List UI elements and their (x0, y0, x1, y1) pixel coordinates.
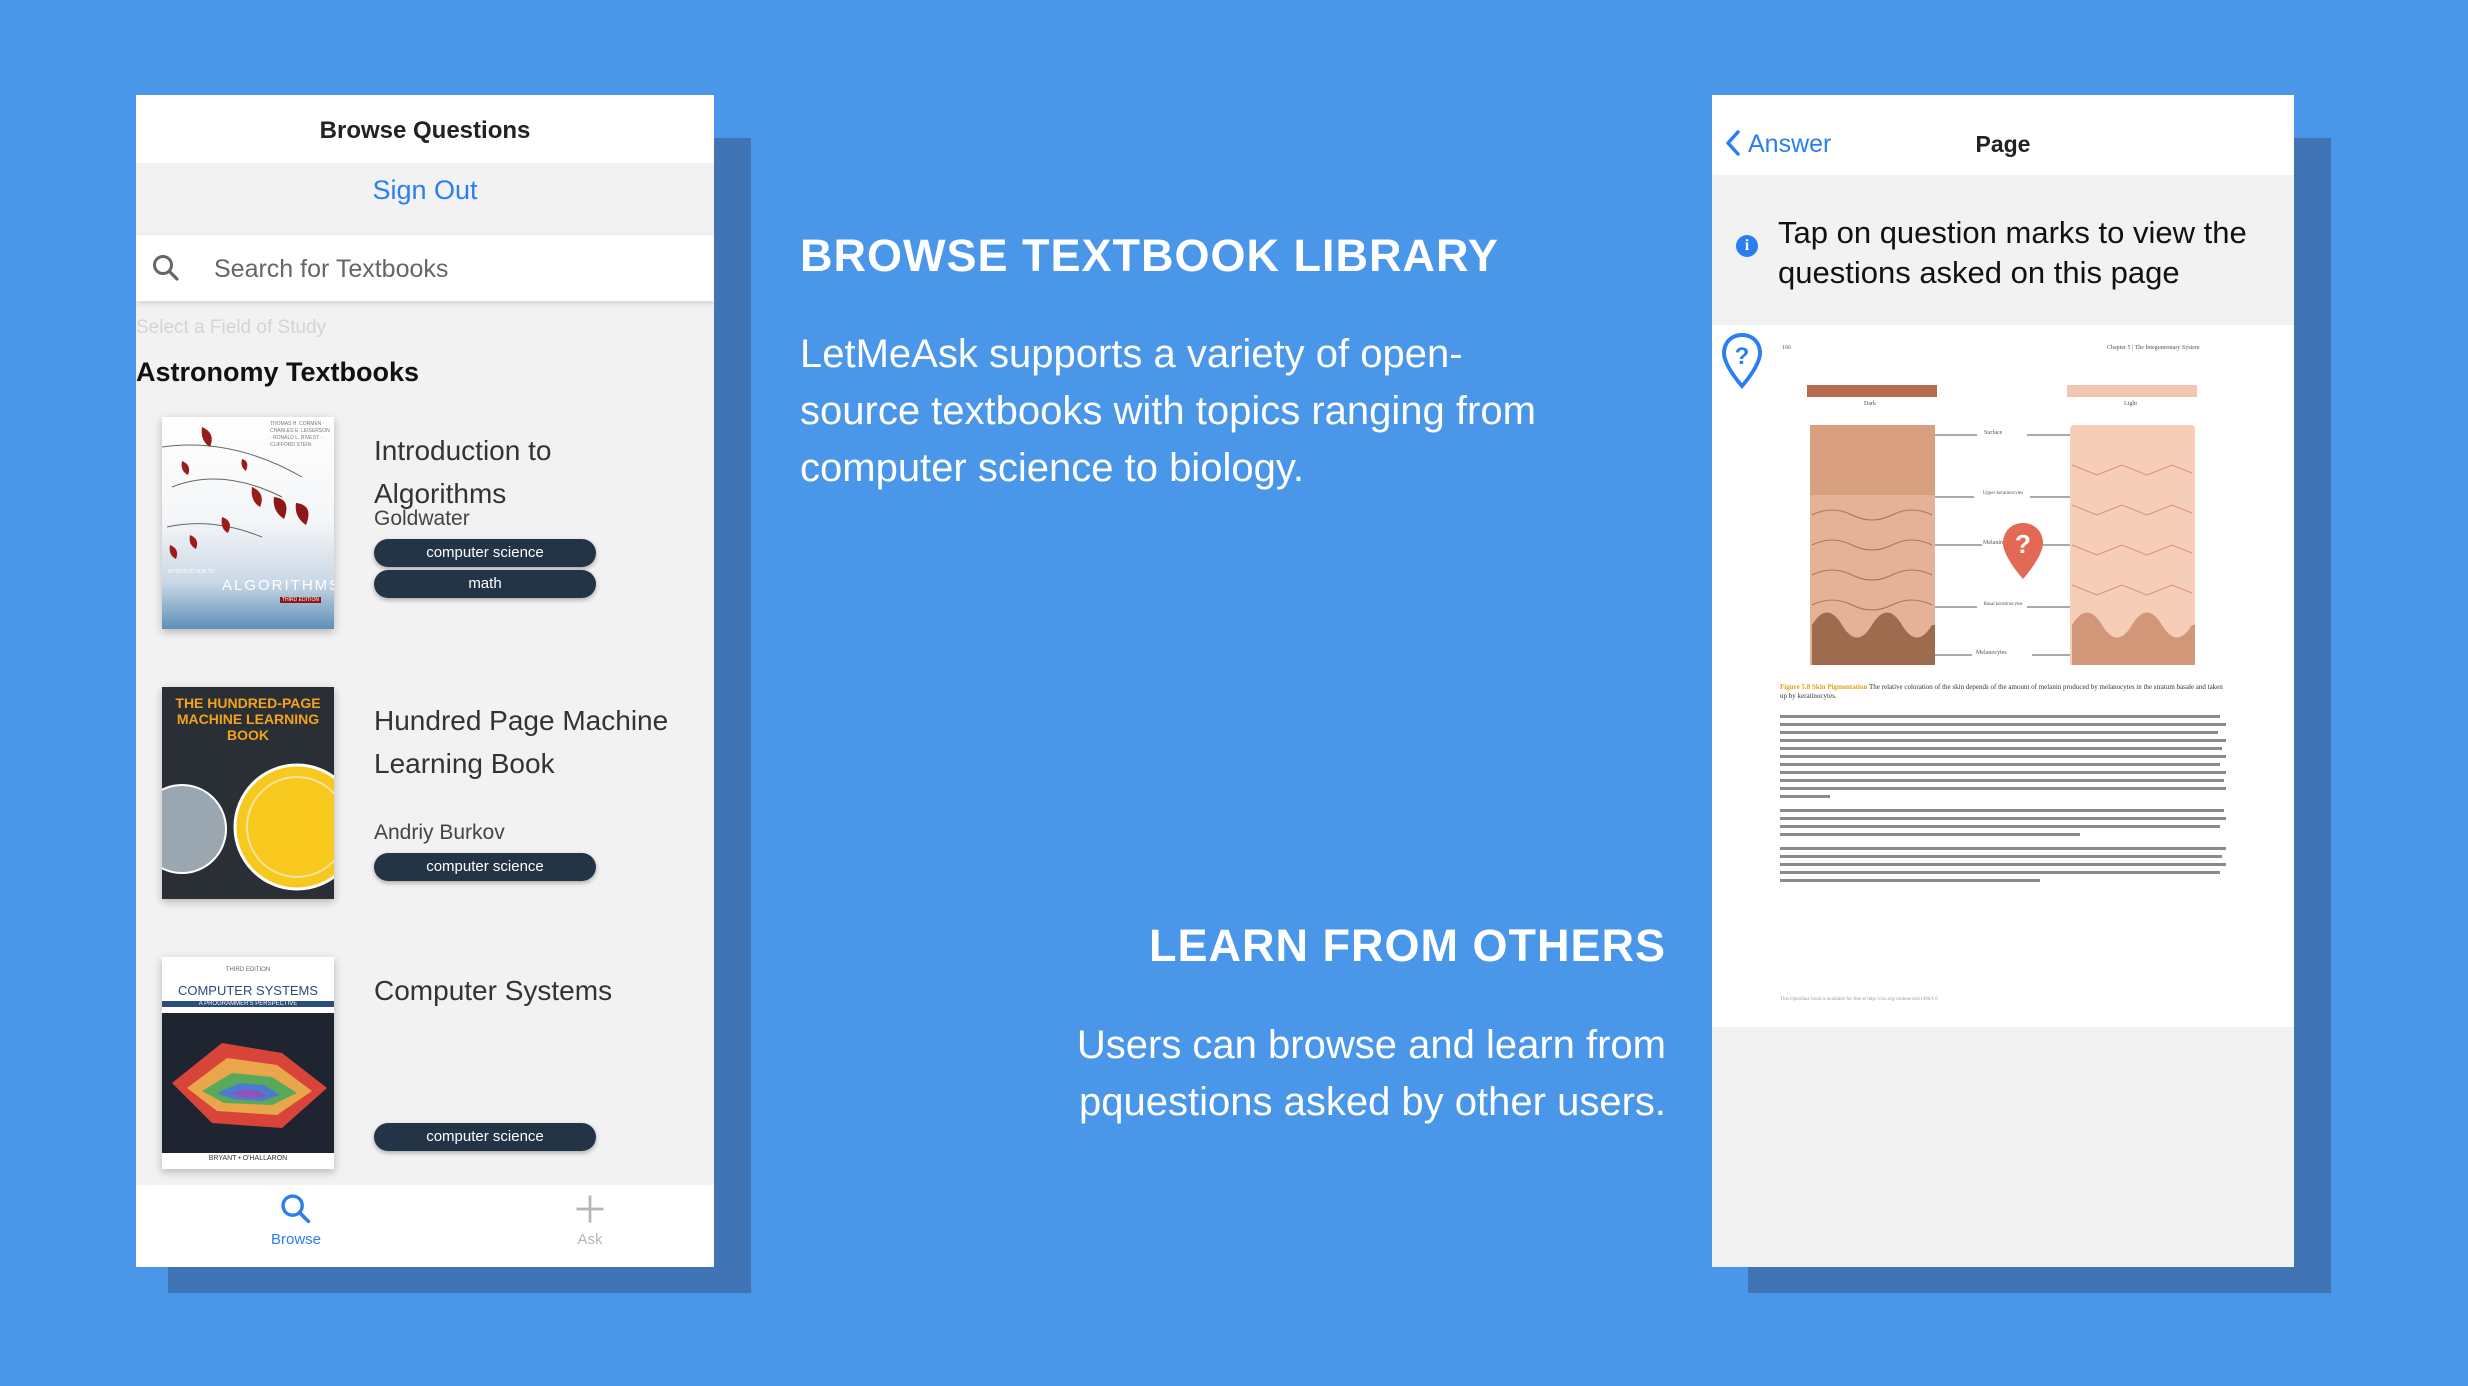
label-surface: Surface (1984, 430, 2003, 436)
caption-title: Figure 5.8 Skin Pigmentation (1780, 683, 1868, 691)
search-bar[interactable] (136, 235, 714, 301)
tag-badge[interactable]: computer science (374, 539, 596, 567)
tag-badge[interactable]: computer science (374, 853, 596, 881)
tag-badge[interactable]: math (374, 570, 596, 598)
label-dark: Dark (1864, 401, 1876, 407)
label-light: Light (2124, 401, 2137, 407)
plus-icon (576, 1195, 604, 1223)
book-title: Introduction to Algorithms (374, 435, 552, 509)
field-of-study-picker[interactable]: Select a Field of Study (136, 317, 326, 339)
circles-art (162, 763, 334, 891)
book-cover: THOMAS H. CORMEN · CHARLES E. LEISERSON … (162, 417, 334, 629)
tab-ask[interactable]: Ask (530, 1191, 650, 1248)
book-cover: THE HUNDRED-PAGE MACHINE LEARNING BOOK (162, 687, 334, 899)
sign-out-button[interactable]: Sign Out (136, 175, 714, 206)
cover-edition: THIRD EDITION (280, 597, 321, 603)
nav-bar: Answer Page (1712, 95, 2294, 175)
label-melanocytes: Melanocytes (1976, 650, 2007, 656)
screen-title: Page (1975, 131, 2031, 157)
label-melanin: Melanin (1983, 540, 2003, 546)
browse-heading: BROWSE TEXTBOOK LIBRARY (800, 230, 1499, 281)
cover-subtitle: A PROGRAMMER'S PERSPECTIVE (162, 1001, 334, 1007)
book-author: Andriy Burkov (374, 821, 505, 844)
tab-label: Ask (577, 1231, 603, 1248)
learn-description: Users can browse and learn from pquestio… (1076, 1023, 1666, 1124)
textbook-page: ? 166 Chapter 5 | The Integumentary Syst… (1712, 325, 2294, 1027)
cover-series: INTRODUCTION TO (168, 569, 215, 575)
tab-label: Browse (270, 1231, 322, 1248)
label-basal-keratinocytes: Basal keratinocytes (1983, 602, 2023, 607)
cover-authors: BRYANT • O'HALLARON (208, 1155, 288, 1162)
search-input[interactable] (212, 247, 696, 291)
nav-bar: Browse Questions (136, 95, 714, 163)
surface-art (162, 1013, 334, 1153)
screen-title: Browse Questions (319, 117, 531, 144)
info-text: Tap on question marks to view the questi… (1778, 215, 2247, 290)
body-text (1780, 715, 2230, 935)
info-banner: i Tap on question marks to view the ques… (1712, 175, 2294, 315)
tab-bar: Browse Ask (136, 1185, 714, 1267)
question-marker-icon[interactable]: ? (2001, 521, 2045, 581)
book-title: Hundred Page Machine Learning Book (374, 705, 669, 779)
search-icon (281, 1194, 311, 1224)
label-upper-keratinocytes: Upper keratinocytes (1982, 491, 2024, 496)
book-cover: THIRD EDITION COMPUTER SYSTEMS A PROGRAM… (162, 957, 334, 1169)
tab-browse[interactable]: Browse (236, 1191, 356, 1248)
search-icon (153, 255, 179, 281)
cover-title: COMPUTER SYSTEMS (177, 983, 319, 998)
cover-edition: THIRD EDITION (225, 967, 271, 973)
tag-badge[interactable]: computer science (374, 1123, 596, 1151)
svg-text:?: ? (2015, 529, 2031, 559)
figure-caption: Figure 5.8 Skin Pigmentation The relativ… (1780, 683, 2230, 701)
page-screen: Answer Page i Tap on question marks to v… (1712, 95, 2294, 1267)
book-item[interactable]: THIRD EDITION COMPUTER SYSTEMS A PROGRAM… (162, 957, 692, 1187)
section-title: Astronomy Textbooks (136, 357, 420, 387)
book-item[interactable]: THOMAS H. CORMEN · CHARLES E. LEISERSON … (162, 417, 692, 647)
browse-description: LetMeAsk supports a variety of open-sour… (800, 332, 1536, 490)
learn-heading: LEARN FROM OTHERS (1149, 920, 1666, 971)
book-item[interactable]: THE HUNDRED-PAGE MACHINE LEARNING BOOK H… (162, 687, 692, 917)
info-icon: i (1736, 235, 1758, 257)
cover-authors: THOMAS H. CORMEN · CHARLES E. LEISERSON … (270, 421, 330, 448)
book-title: Computer Systems (374, 975, 613, 1006)
browse-screen: Browse Questions Sign Out Select a Field… (136, 95, 714, 1267)
cover-title: ALGORITHMS (222, 577, 334, 594)
book-author: Goldwater (374, 507, 470, 530)
page-footer: This OpenStax book is available for free… (1780, 997, 1938, 1002)
